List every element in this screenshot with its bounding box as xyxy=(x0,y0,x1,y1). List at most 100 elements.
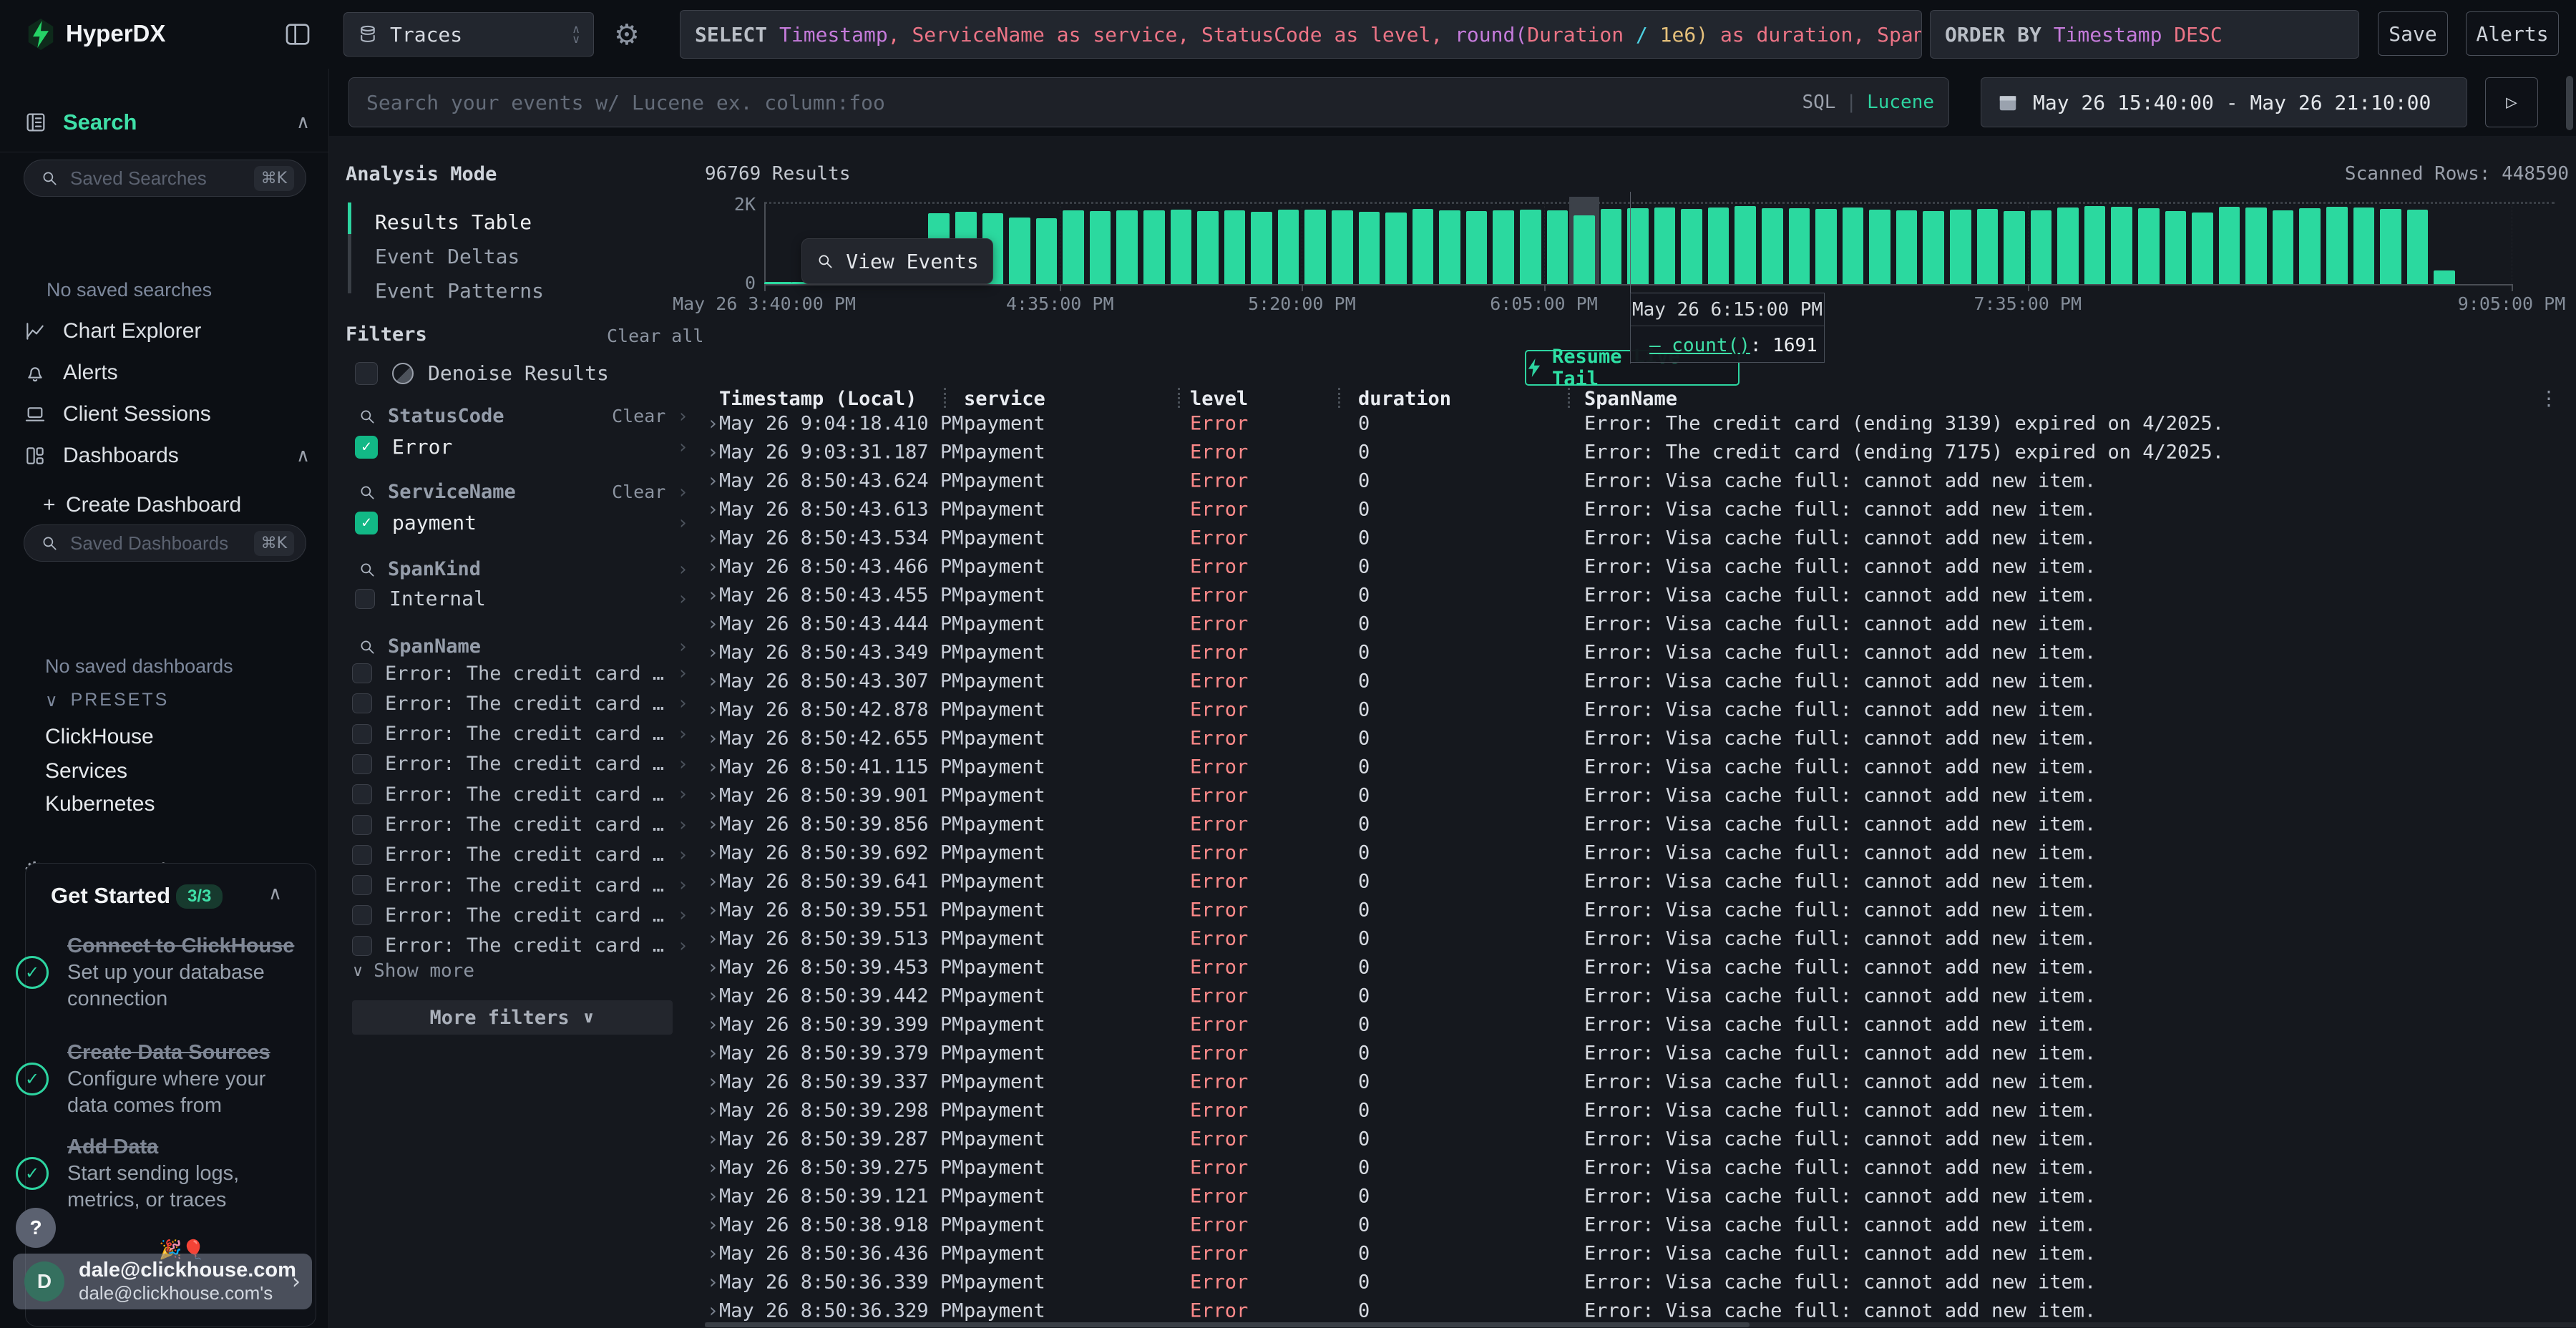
get-started-item[interactable]: ✓ Add Data Start sending logs, metrics, … xyxy=(66,1131,302,1216)
save-button[interactable]: Save xyxy=(2378,11,2448,56)
row-expand-icon[interactable]: › xyxy=(707,1100,718,1122)
histogram-bar[interactable] xyxy=(1251,212,1272,284)
sidebar-item-search[interactable]: Search ∧ xyxy=(0,104,329,140)
row-expand-icon[interactable]: › xyxy=(707,957,718,979)
checkbox[interactable] xyxy=(352,724,372,744)
histogram-bar[interactable] xyxy=(1601,209,1622,284)
checkbox[interactable] xyxy=(352,693,372,713)
search-icon[interactable] xyxy=(358,407,376,426)
checkbox[interactable] xyxy=(352,905,372,925)
histogram-bar[interactable] xyxy=(1977,209,1999,284)
preset-item-kubernetes[interactable]: Kubernetes xyxy=(45,792,155,816)
chevron-right-icon[interactable]: › xyxy=(677,406,688,427)
table-row[interactable]: ›May 26 8:50:39.513 PMpaymentError0Error… xyxy=(701,924,2576,953)
analysis-item-event-patterns[interactable]: Event Patterns xyxy=(375,279,544,303)
table-row[interactable]: ›May 26 8:50:43.613 PMpaymentError0Error… xyxy=(701,495,2576,524)
checkbox-checked[interactable]: ✓ xyxy=(355,436,378,459)
table-row[interactable]: ›May 26 8:50:39.692 PMpaymentError0Error… xyxy=(701,839,2576,867)
table-row[interactable]: ›May 26 8:50:39.453 PMpaymentError0Error… xyxy=(701,953,2576,982)
row-expand-icon[interactable]: › xyxy=(707,1128,718,1151)
col-header-level[interactable]: level xyxy=(1190,388,1248,410)
saved-searches-input[interactable]: Saved Searches ⌘K xyxy=(24,160,306,197)
chevron-right-icon[interactable]: › xyxy=(677,904,688,926)
table-row[interactable]: ›May 26 8:50:39.121 PMpaymentError0Error… xyxy=(701,1182,2576,1211)
table-row[interactable]: ›May 26 8:50:39.551 PMpaymentError0Error… xyxy=(701,896,2576,924)
alerts-button[interactable]: Alerts xyxy=(2466,11,2559,56)
sql-mode-toggle[interactable]: SQL xyxy=(1802,92,1835,113)
order-by-input[interactable]: ORDER BY Timestamp DESC xyxy=(1930,10,2359,59)
checkbox[interactable] xyxy=(352,815,372,835)
row-expand-icon[interactable]: › xyxy=(707,814,718,836)
histogram-bar[interactable] xyxy=(2057,208,2079,284)
more-filters-button[interactable]: More filters ∨ xyxy=(352,1000,673,1035)
table-row[interactable]: ›May 26 8:50:39.298 PMpaymentError0Error… xyxy=(701,1096,2576,1125)
histogram-bar[interactable] xyxy=(1304,210,1326,284)
checkbox[interactable] xyxy=(352,875,372,895)
analysis-item-results-table[interactable]: Results Table xyxy=(375,210,532,234)
source-settings-gear-icon[interactable]: ⚙ xyxy=(614,19,640,52)
chevron-right-icon[interactable]: › xyxy=(677,935,688,957)
histogram-bar[interactable] xyxy=(1681,209,1702,284)
lucene-mode-toggle[interactable]: Lucene xyxy=(1867,92,1934,113)
analysis-item-event-deltas[interactable]: Event Deltas xyxy=(375,245,519,268)
row-expand-icon[interactable]: › xyxy=(707,613,718,635)
chevron-right-icon[interactable]: › xyxy=(677,874,688,896)
table-row[interactable]: ›May 26 8:50:39.901 PMpaymentError0Error… xyxy=(701,781,2576,810)
histogram-bar[interactable] xyxy=(1654,208,1676,284)
collapse-sidebar-icon[interactable] xyxy=(283,20,312,49)
row-expand-icon[interactable]: › xyxy=(707,1300,718,1322)
table-row[interactable]: ›May 26 8:50:39.379 PMpaymentError0Error… xyxy=(701,1039,2576,1068)
col-header-service[interactable]: service xyxy=(964,388,1045,410)
table-row[interactable]: ›May 26 8:50:39.337 PMpaymentError0Error… xyxy=(701,1068,2576,1096)
histogram-bar[interactable] xyxy=(1574,215,1595,284)
view-events-button[interactable]: View Events xyxy=(801,238,993,284)
chevron-right-icon[interactable]: › xyxy=(677,436,688,458)
histogram-bar[interactable] xyxy=(1896,210,1918,284)
histogram-bar[interactable] xyxy=(1869,210,1890,284)
histogram-bar[interactable] xyxy=(2245,208,2267,284)
filter-item-spanname[interactable]: Error: The credit card …› xyxy=(352,779,688,809)
histogram-bar[interactable] xyxy=(1789,208,1810,284)
get-started-item[interactable]: ✓ Connect to ClickHouse Set up your data… xyxy=(66,919,302,1026)
table-row[interactable]: ›May 26 8:50:43.466 PMpaymentError0Error… xyxy=(701,552,2576,581)
chevron-right-icon[interactable]: › xyxy=(677,559,688,580)
run-query-button[interactable]: ▷ xyxy=(2485,77,2538,127)
histogram-bar[interactable] xyxy=(1063,210,1084,284)
checkbox[interactable] xyxy=(352,845,372,865)
filter-item-spanname[interactable]: Error: The credit card …› xyxy=(352,749,688,779)
checkbox[interactable] xyxy=(352,784,372,804)
table-row[interactable]: ›May 26 8:50:43.349 PMpaymentError0Error… xyxy=(701,638,2576,667)
checkbox[interactable] xyxy=(355,589,375,609)
source-select[interactable]: Traces ∧∨ xyxy=(343,12,594,57)
row-expand-icon[interactable]: › xyxy=(707,527,718,550)
table-row[interactable]: ›May 26 8:50:43.455 PMpaymentError0Error… xyxy=(701,581,2576,610)
table-row[interactable]: ›May 26 8:50:43.534 PMpaymentError0Error… xyxy=(701,524,2576,552)
chevron-right-icon[interactable]: › xyxy=(677,588,688,610)
sidebar-item-chart-explorer[interactable]: Chart Explorer xyxy=(0,313,329,349)
row-expand-icon[interactable]: › xyxy=(707,785,718,807)
table-row[interactable]: ›May 26 8:50:42.878 PMpaymentError0Error… xyxy=(701,695,2576,724)
table-row[interactable]: ›May 26 8:50:39.442 PMpaymentError0Error… xyxy=(701,982,2576,1010)
histogram-bar[interactable] xyxy=(2004,211,2025,284)
histogram-bar[interactable] xyxy=(764,282,792,284)
chevron-right-icon[interactable]: › xyxy=(677,512,688,534)
row-expand-icon[interactable]: › xyxy=(707,1157,718,1179)
row-expand-icon[interactable]: › xyxy=(707,556,718,578)
histogram-bar[interactable] xyxy=(1708,208,1729,284)
col-header-timestamp[interactable]: Timestamp (Local) xyxy=(719,388,917,410)
histogram-bar[interactable] xyxy=(2380,209,2401,284)
histogram-bar[interactable] xyxy=(1224,210,1246,284)
filter-item-error[interactable]: ✓ Error › xyxy=(355,435,688,459)
table-row[interactable]: ›May 26 8:50:39.856 PMpaymentError0Error… xyxy=(701,810,2576,839)
time-range-picker[interactable]: May 26 15:40:00 - May 26 21:10:00 xyxy=(1981,77,2467,127)
col-header-duration[interactable]: duration xyxy=(1358,388,1451,410)
histogram-bar[interactable] xyxy=(2165,211,2187,284)
create-dashboard-button[interactable]: + Create Dashboard xyxy=(0,488,329,522)
histogram-bar[interactable] xyxy=(1439,210,1460,284)
filter-item-internal[interactable]: Internal › xyxy=(355,587,688,610)
vertical-scrollbar-thumb[interactable] xyxy=(2566,76,2573,130)
row-expand-icon[interactable]: › xyxy=(707,1043,718,1065)
row-expand-icon[interactable]: › xyxy=(707,1243,718,1265)
histogram-bar[interactable] xyxy=(2407,210,2429,284)
help-button[interactable]: ? xyxy=(16,1208,56,1248)
